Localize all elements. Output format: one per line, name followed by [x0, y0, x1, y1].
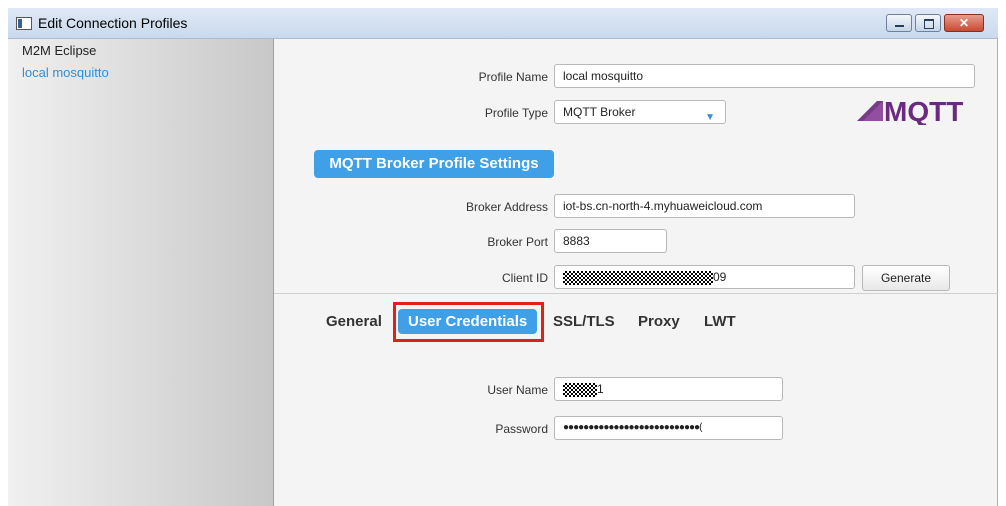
tab-proxy[interactable]: Proxy	[638, 313, 680, 330]
redacted-user-name	[563, 382, 597, 397]
profile-name-input[interactable]: local mosquitto	[554, 64, 975, 88]
tab-lwt[interactable]: LWT	[704, 313, 736, 330]
mqtt-logo-text: MQTT	[884, 96, 963, 125]
redacted-client-id	[563, 270, 713, 285]
profile-name-label: Profile Name	[478, 70, 548, 84]
broker-settings-section-header: MQTT Broker Profile Settings	[314, 150, 554, 178]
tab-ssl-tls[interactable]: SSL/TLS	[553, 313, 615, 330]
password-label: Password	[495, 422, 548, 436]
title-bar: Edit Connection Profiles ✕	[8, 8, 998, 39]
client-id-label: Client ID	[501, 271, 548, 285]
user-name-suffix: 1	[597, 382, 604, 396]
window-controls: ✕	[886, 14, 984, 32]
window-title: Edit Connection Profiles	[38, 15, 188, 31]
profile-list: M2M Eclipse local mosquitto	[8, 39, 274, 506]
broker-port-label: Broker Port	[487, 235, 548, 249]
section-divider	[274, 293, 998, 294]
window-icon	[16, 17, 32, 30]
profile-item-m2m-eclipse[interactable]: M2M Eclipse	[22, 43, 96, 58]
broker-port-input[interactable]: 8883	[554, 229, 667, 253]
window-border	[997, 39, 998, 506]
generate-button[interactable]: Generate	[862, 265, 950, 291]
profile-type-dropdown[interactable]: MQTT Broker ▼	[554, 100, 726, 124]
client-id-input[interactable]: 09	[554, 265, 855, 289]
user-name-label: User Name	[487, 383, 548, 397]
highlight-box	[393, 302, 544, 342]
profile-type-value: MQTT Broker	[563, 105, 636, 119]
user-name-input[interactable]: 1	[554, 377, 783, 401]
chevron-down-icon: ▼	[705, 112, 715, 123]
client-id-suffix: 09	[713, 270, 727, 284]
profile-item-local-mosquitto[interactable]: local mosquitto	[22, 65, 109, 80]
minimize-button[interactable]	[886, 14, 912, 32]
tab-general[interactable]: General	[326, 313, 382, 330]
edit-connection-profiles-window: Edit Connection Profiles ✕ M2M Eclipse l…	[0, 0, 1006, 506]
profile-type-label: Profile Type	[484, 106, 548, 120]
mqtt-logo: MQTT	[857, 96, 963, 125]
password-input[interactable]: ●●●●●●●●●●●●●●●●●●●●●●●●●●●(	[554, 416, 783, 440]
broker-address-label: Broker Address	[465, 200, 548, 214]
maximize-button[interactable]	[915, 14, 941, 32]
broker-address-input[interactable]: iot-bs.cn-north-4.myhuaweicloud.com	[554, 194, 855, 218]
close-button[interactable]: ✕	[944, 14, 984, 32]
